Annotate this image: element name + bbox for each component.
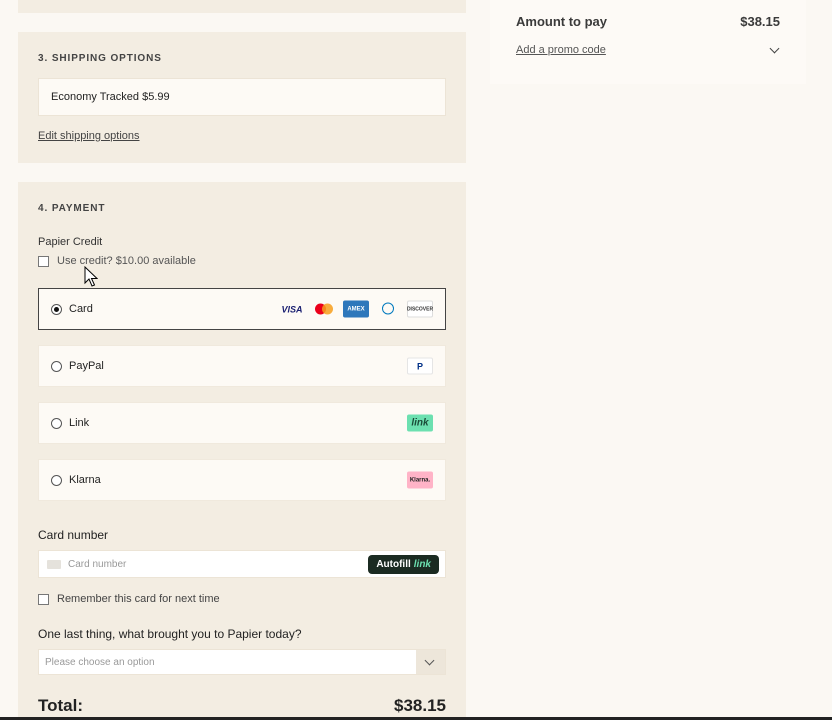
payment-section: 4. PAYMENT Papier Credit Use credit? $10…	[18, 182, 466, 720]
chevron-down-icon	[424, 655, 435, 665]
klarna-radio[interactable]	[51, 474, 62, 486]
card-number-label: Card number	[38, 528, 109, 542]
chevron-down-icon	[769, 43, 780, 53]
payment-option-label: PayPal	[69, 360, 104, 372]
use-credit-label: Use credit? $10.00 available	[57, 255, 196, 267]
shipping-section-title: 3. SHIPPING OPTIONS	[38, 53, 162, 64]
shipping-section: 3. SHIPPING OPTIONS Economy Tracked $5.9…	[18, 32, 466, 163]
selected-shipping-option: Economy Tracked $5.99	[38, 78, 446, 116]
paypal-radio[interactable]	[51, 360, 62, 372]
payment-section-title: 4. PAYMENT	[38, 203, 106, 214]
payment-option-card[interactable]: Card VISA AMEX DISCOVER	[38, 288, 446, 330]
link-icon: link	[407, 414, 433, 432]
total-value: $38.15	[394, 696, 446, 715]
amount-to-pay-label: Amount to pay	[516, 14, 607, 29]
remember-card-row[interactable]: Remember this card for next time	[38, 593, 220, 605]
select-dropdown-button[interactable]	[416, 650, 445, 674]
amount-to-pay-row: Amount to pay $38.15	[516, 14, 780, 29]
autofill-link-button[interactable]: Autofill link	[368, 555, 439, 574]
card-number-input[interactable]: Card number Autofill link	[38, 550, 446, 578]
autofill-label: Autofill	[376, 559, 411, 570]
remember-card-checkbox[interactable]	[38, 593, 49, 605]
total-label: Total:	[38, 696, 84, 715]
diners-club-icon	[375, 301, 401, 318]
amex-icon: AMEX	[343, 300, 369, 318]
payment-option-label: Link	[69, 417, 90, 429]
card-number-placeholder: Card number	[68, 558, 127, 570]
mastercard-icon	[311, 301, 337, 318]
payment-option-link[interactable]: Link link	[38, 402, 446, 444]
payment-option-label: Klarna	[69, 474, 101, 486]
link-radio[interactable]	[51, 417, 62, 429]
referral-select-placeholder: Please choose an option	[45, 656, 155, 668]
credit-card-icon	[47, 559, 61, 569]
payment-option-klarna[interactable]: Klarna Klarna.	[38, 459, 446, 501]
use-credit-row[interactable]: Use credit? $10.00 available	[38, 255, 196, 267]
use-credit-checkbox[interactable]	[38, 255, 49, 267]
mouse-cursor-icon	[84, 266, 98, 287]
discover-icon: DISCOVER	[407, 300, 433, 318]
referral-question: One last thing, what brought you to Papi…	[38, 627, 302, 641]
card-radio[interactable]	[51, 303, 62, 315]
promo-code-link[interactable]: Add a promo code	[516, 44, 606, 56]
payment-option-paypal[interactable]: PayPal P	[38, 345, 446, 387]
promo-code-toggle[interactable]: Add a promo code	[516, 43, 780, 56]
paypal-icon: P	[407, 357, 433, 375]
edit-shipping-link[interactable]: Edit shipping options	[38, 130, 140, 142]
visa-icon: VISA	[281, 304, 303, 314]
total-row: Total: $38.15	[38, 696, 446, 716]
papier-credit-label: Papier Credit	[38, 236, 103, 248]
order-summary-panel: Amount to pay $38.15 Add a promo code	[490, 0, 806, 84]
payment-option-label: Card	[69, 303, 93, 315]
amount-to-pay-value: $38.15	[740, 14, 780, 29]
klarna-icon: Klarna.	[407, 471, 433, 489]
previous-section-card	[18, 0, 466, 13]
link-wordmark: link	[413, 559, 431, 570]
referral-select[interactable]: Please choose an option	[38, 649, 446, 675]
remember-card-label: Remember this card for next time	[57, 593, 220, 605]
